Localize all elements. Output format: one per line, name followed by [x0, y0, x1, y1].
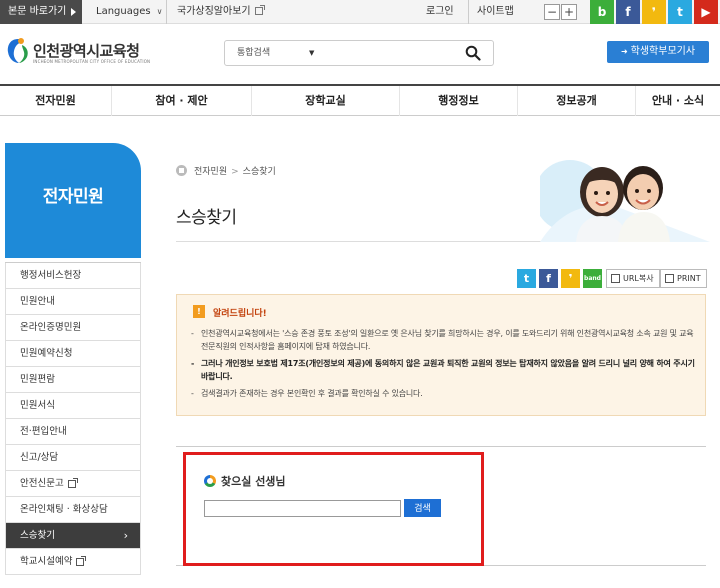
notice-item: 검색결과가 존재하는 경우 본인확인 후 결과를 확인하실 수 있습니다.	[191, 387, 697, 400]
teacher-search-label: 찾으실 선생님	[221, 475, 286, 488]
sidebar-item-label: 민원서식	[20, 400, 55, 411]
login-link[interactable]: 로그인	[426, 0, 454, 24]
notice-item: 그러나 개인정보 보호법 제17조(개인정보의 제공)에 동의하지 않은 교원과…	[191, 357, 697, 383]
parent-news-button[interactable]: ➜ 학생학부모기사	[607, 41, 709, 63]
sidebar-item-label: 민원편람	[20, 374, 55, 385]
print-button[interactable]: PRINT	[660, 269, 707, 288]
sidebar-item-label: 행정서비스헌장	[20, 270, 82, 281]
sidebar-item-label: 신고/상담	[20, 452, 59, 463]
children-illustration	[540, 160, 710, 242]
sidebar-item[interactable]: 민원편람	[5, 367, 141, 393]
search-bar: 통합검색 ▼	[224, 40, 494, 66]
blog-icon[interactable]: b	[590, 0, 614, 24]
site-logo[interactable]: 인천광역시교육청 INCHEON METROPOLITAN CITY OFFIC…	[5, 36, 150, 70]
page-title: 스승찾기	[176, 208, 237, 228]
sidebar-item-label: 학교시설예약	[20, 556, 73, 567]
search-icon[interactable]	[465, 45, 481, 61]
sidebar-item[interactable]: 민원예약신청	[5, 341, 141, 367]
facebook-icon[interactable]: f	[616, 0, 640, 24]
kakaostory-share-icon[interactable]: ❜	[561, 269, 580, 288]
url-copy-button[interactable]: URL복사	[606, 269, 660, 288]
skip-to-content-link[interactable]: 본문 바로가기	[0, 0, 82, 24]
search-scope-select[interactable]: 통합검색	[237, 41, 270, 65]
sidebar-item-label: 민원안내	[20, 296, 55, 307]
logo-subtitle: INCHEON METROPOLITAN CITY OFFICE OF EDUC…	[33, 59, 151, 64]
notice-item: 인천광역시교육청에서는 '스승 존경 풍토 조성'의 일환으로 옛 은사님 찾기…	[191, 327, 697, 353]
alert-icon: !	[193, 305, 205, 318]
gnb-item-1[interactable]: 전자민원	[0, 86, 112, 116]
gnb-item-4[interactable]: 행정정보	[400, 86, 518, 116]
printer-icon	[665, 274, 674, 283]
breadcrumb: 전자민원 > 스승찾기	[194, 164, 276, 177]
sidebar-title: 전자민원	[5, 143, 141, 258]
logo-title: 인천광역시교육청	[33, 42, 140, 60]
external-link-icon	[254, 5, 265, 15]
sidebar-item[interactable]: 민원안내	[5, 289, 141, 315]
dropdown-arrow-icon[interactable]: ▼	[309, 41, 314, 65]
twitter-icon[interactable]: t	[668, 0, 692, 24]
logo-emblem-icon	[7, 38, 28, 63]
gnb-item-6[interactable]: 안내 · 소식	[636, 86, 720, 116]
gnb-item-3[interactable]: 장학교실	[252, 86, 400, 116]
chevron-down-icon: ∨	[156, 7, 163, 16]
button-label: URL복사	[623, 274, 654, 283]
sitemap-link[interactable]: 사이트맵	[468, 0, 514, 24]
sidebar-item-label: 스승찾기	[20, 530, 55, 541]
notice-list: 인천광역시교육청에서는 '스승 존경 풍토 조성'의 일환으로 옛 은사님 찾기…	[191, 327, 697, 404]
breadcrumb-separator: >	[231, 167, 239, 177]
sidebar-item[interactable]: 스승찾기 ›	[5, 523, 141, 549]
languages-dropdown[interactable]: Languages ∨	[96, 0, 162, 24]
sidebar-item[interactable]: 안전신문고	[5, 471, 141, 497]
link-icon	[611, 274, 620, 283]
sidebar-item-label: 전·편입안내	[20, 426, 67, 437]
band-share-icon[interactable]: band	[583, 269, 602, 288]
sidebar-item[interactable]: 온라인증명민원	[5, 315, 141, 341]
chevron-right-icon: ›	[123, 529, 128, 542]
kakaostory-icon[interactable]: ❜	[642, 0, 666, 24]
gnb-item-2[interactable]: 참여 · 제안	[112, 86, 252, 116]
breadcrumb-item[interactable]: 전자민원	[194, 167, 227, 177]
bullet-circle-icon	[204, 475, 216, 487]
page: 본문 바로가기 Languages ∨ 국가상징알아보기 로그인 사이트맵 − +…	[0, 0, 720, 588]
sidebar-item[interactable]: 신고/상담	[5, 445, 141, 471]
sidebar-item[interactable]: 민원서식	[5, 393, 141, 419]
sidebar-item[interactable]: 온라인채팅 · 화상상담	[5, 497, 141, 523]
zoom-in-button[interactable]: +	[561, 4, 577, 20]
notice-title: 알려드립니다!	[213, 309, 267, 319]
search-button[interactable]: 검색	[404, 499, 441, 517]
sidebar-item[interactable]: 전·편입안내	[5, 419, 141, 445]
utility-bar: 본문 바로가기 Languages ∨ 국가상징알아보기 로그인 사이트맵 − +…	[0, 0, 720, 24]
sidebar-item-label: 온라인채팅 · 화상상담	[20, 504, 108, 515]
sidebar-item[interactable]: 학교시설예약	[5, 549, 141, 575]
youtube-icon[interactable]: ▶	[694, 0, 718, 24]
facebook-share-icon[interactable]: f	[539, 269, 558, 288]
button-label: PRINT	[677, 274, 701, 283]
teacher-name-input[interactable]	[204, 500, 401, 517]
new-window-icon	[76, 555, 87, 566]
sidebar-item-label: 안전신문고	[20, 478, 64, 489]
national-symbol-link[interactable]: 국가상징알아보기	[166, 0, 265, 24]
sidebar-menu: 행정서비스헌장민원안내온라인증명민원민원예약신청민원편람민원서식전·편입안내신고…	[5, 262, 141, 575]
twitter-share-icon[interactable]: t	[517, 269, 536, 288]
arrow-right-icon: ➜	[620, 47, 628, 56]
sidebar-item-label: 민원예약신청	[20, 348, 73, 359]
zoom-out-button[interactable]: −	[544, 4, 560, 20]
sidebar-item-label: 온라인증명민원	[20, 322, 82, 333]
gnb-item-5[interactable]: 정보공개	[518, 86, 636, 116]
home-icon[interactable]	[176, 165, 187, 176]
new-window-icon	[67, 477, 78, 488]
sidebar-item[interactable]: 행정서비스헌장	[5, 263, 141, 289]
notice-box: ! 알려드립니다! 인천광역시교육청에서는 '스승 존경 풍토 조성'의 일환으…	[176, 294, 706, 416]
main-navigation: 전자민원 참여 · 제안 장학교실 행정정보 정보공개 안내 · 소식	[0, 84, 720, 116]
breadcrumb-current: 스승찾기	[242, 167, 276, 177]
